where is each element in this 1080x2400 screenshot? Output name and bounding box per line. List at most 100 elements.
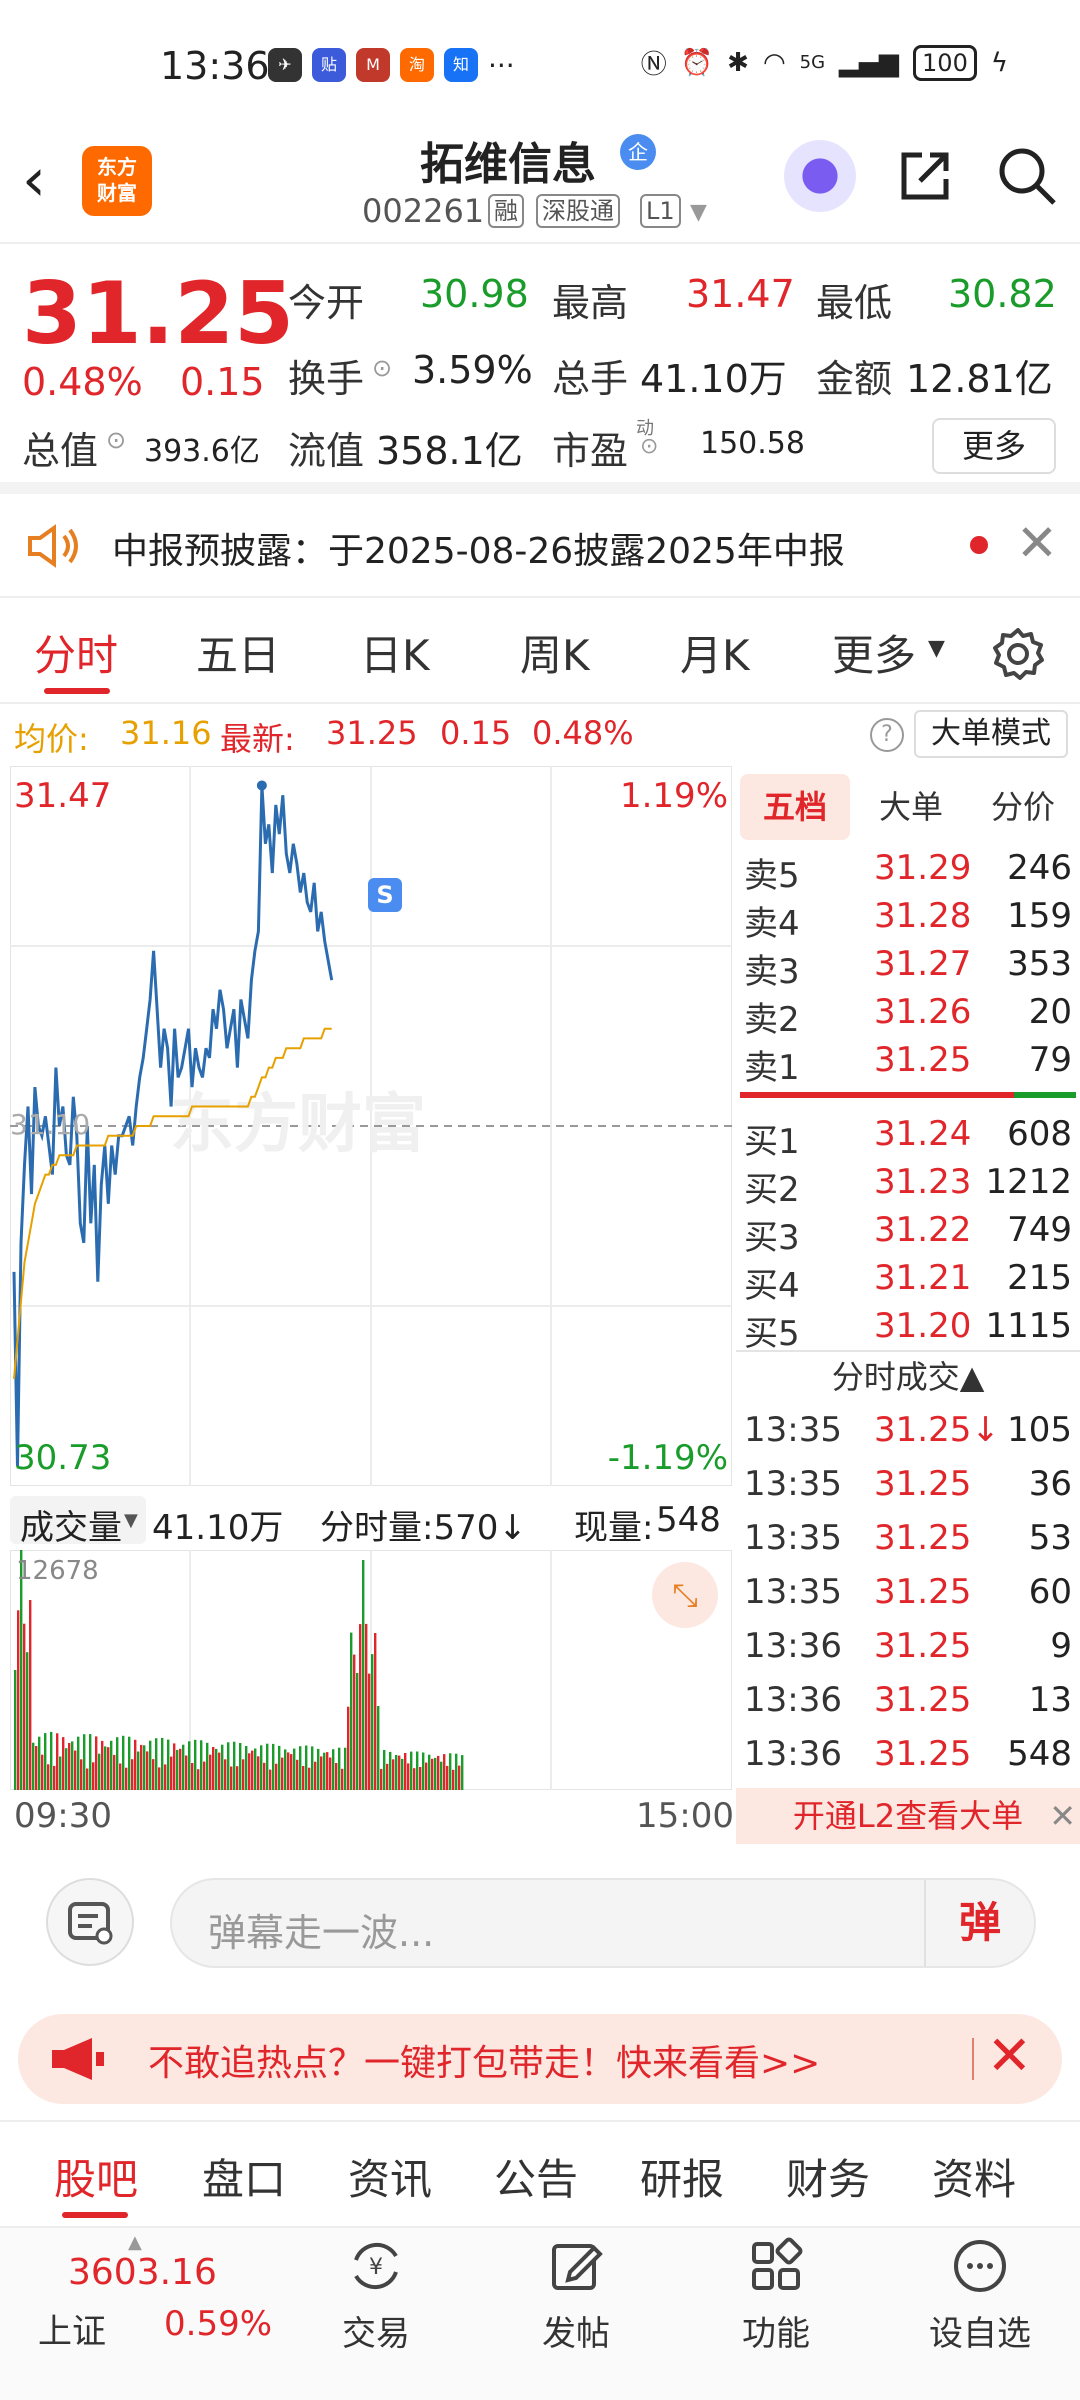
tab-active-indicator [44,688,110,694]
bid-price: 31.23 [874,1162,972,1202]
watermark: 东方财富 [170,1088,426,1162]
volume-bar [14,1670,17,1790]
help-icon[interactable]: ? [870,718,904,752]
tab-profile[interactable]: 资料 [932,2146,1016,2207]
volume-bar [317,1748,320,1790]
notice-text[interactable]: 中报预披露：于2025-08-26披露2025年中报 [112,522,845,574]
level-dropdown-icon[interactable]: ▼ [690,200,707,225]
volume-bar [254,1748,257,1790]
tab-news[interactable]: 资讯 [348,2146,432,2207]
tab-announcements[interactable]: 公告 [494,2146,578,2207]
danmaku-toggle-button[interactable]: 弹 [924,1880,1034,1966]
tab-monthly-k[interactable]: 月K [680,622,750,683]
nav-add-watchlist[interactable]: 设自选 [900,2228,1060,2400]
danmaku-settings-icon[interactable] [46,1878,134,1966]
intraday-chart[interactable]: 东方财富 31.47 1.19% 31.10 30.73 -1.19% S [9,765,733,1487]
index-percent[interactable]: 0.59% [164,2304,272,2344]
tab-weekly-k[interactable]: 周K [520,622,590,683]
app-logo[interactable]: 东方 财富 [82,146,152,216]
tick-price: 31.25 [874,1464,972,1504]
volume-bar [371,1654,374,1790]
volume-indicator-label[interactable]: 成交量 [20,1500,122,1549]
more-notifications-icon: ··· [488,48,515,82]
danmaku-input[interactable]: 弹幕走一波... 弹 [170,1878,1036,1968]
tick-trades-title[interactable]: 分时成交▲ [736,1352,1080,1398]
back-icon[interactable]: ‹ [22,150,46,210]
volume-chart[interactable]: 12678 ⤡ [9,1549,733,1791]
tab-daily-k[interactable]: 日K [360,622,430,683]
volume-bar [80,1759,83,1790]
tick-time: 13:35 [744,1518,842,1558]
tab-five-day[interactable]: 五日 [196,622,280,683]
search-icon[interactable] [994,143,1060,209]
volume-bar [140,1744,143,1790]
index-value[interactable]: 3603.16 [68,2252,217,2293]
tab-price-dist[interactable]: 分价 [968,774,1078,840]
turnover-info-icon[interactable]: ⊙ [372,354,392,382]
close-icon[interactable]: ✕ [987,2024,1032,2087]
ai-assistant-icon[interactable] [784,140,856,212]
volume-bar [212,1747,215,1790]
bid-row: 买3 31.22 749 [736,1210,1080,1258]
gear-icon[interactable] [990,626,1046,682]
close-icon[interactable]: ✕ [1049,1788,1076,1844]
big-order-mode-button[interactable]: 大单模式 [914,710,1068,758]
tab-big-orders[interactable]: 大单 [856,774,966,840]
index-name[interactable]: 上证 [38,2304,106,2353]
close-icon[interactable]: ✕ [1016,514,1058,572]
quote-panel: 31.25 0.48% 0.15 今开 30.98 最高 31.47 最低 30… [0,244,1080,494]
volume-bar [95,1736,98,1790]
turnover-label: 换手 [288,357,365,401]
chevron-down-icon[interactable]: ▼ [124,1510,138,1531]
enterprise-badge[interactable]: 企 [620,134,656,170]
tab-pankou[interactable]: 盘口 [202,2146,286,2207]
volume-bar [71,1741,74,1790]
tick-time: 13:35 [744,1410,842,1450]
share-icon[interactable] [892,143,958,209]
promo-text[interactable]: 不敢追热点？一键打包带走！快来看看>> [148,2034,820,2086]
volume-bar [311,1746,314,1790]
level-tag[interactable]: L1 [640,194,681,228]
volume-bar [29,1600,32,1790]
notice-banner[interactable]: 中报预披露：于2025-08-26披露2025年中报 ✕ [0,494,1080,598]
tab-finance[interactable]: 财务 [786,2146,870,2207]
volume-bar [389,1751,392,1790]
tab-intraday[interactable]: 分时 [34,622,118,683]
nfc-icon: Ⓝ [640,50,667,80]
tab-research[interactable]: 研报 [640,2146,724,2207]
more-quote-button[interactable]: 更多 [932,418,1056,474]
chevron-up-icon[interactable]: ▲ [128,2232,142,2253]
volume-bar [122,1735,125,1790]
tab-guba[interactable]: 股吧 [54,2146,138,2207]
nav-add-watchlist-label: 设自选 [929,2314,1031,2354]
chevron-down-icon[interactable]: ▼ [928,636,945,661]
volume-bar [233,1741,236,1790]
promo-banner[interactable]: 不敢追热点？一键打包带走！快来看看>> ✕ [18,2014,1062,2104]
volume-bar [245,1746,248,1790]
tab-five-levels[interactable]: 五档 [740,774,850,840]
volume-bar [431,1758,434,1790]
tab-more[interactable]: 更多 [832,622,916,683]
nav-functions[interactable]: 功能 [696,2228,856,2400]
volume-bar [461,1755,464,1790]
pe-info-icon[interactable]: ⊙ [640,434,658,459]
expand-icon[interactable]: ⤡ [652,1562,718,1628]
content-tabs: 股吧 盘口 资讯 公告 研报 财务 资料 [0,2120,1080,2224]
volume-bar [23,1623,26,1790]
bid-label: 买3 [744,1218,800,1258]
header-actions [784,140,1060,212]
tick-row: 13:36 31.25 13 [736,1680,1080,1728]
nav-post[interactable]: 发帖 [496,2228,656,2400]
volume-bar [149,1740,152,1790]
comment-bar: 弹幕走一波... 弹 [0,1848,1080,1998]
high-label: 最高 [552,281,629,325]
volume-bar [173,1743,176,1790]
l2-upgrade-text[interactable]: 开通L2查看大单 [793,1797,1023,1835]
ask-volume: 246 [1007,848,1072,888]
now-volume-label: 现量: [574,1508,654,1548]
mktcap-info-icon[interactable]: ⊙ [106,426,126,454]
l2-upgrade-banner[interactable]: 开通L2查看大单 ✕ [736,1788,1080,1844]
sell-signal-marker[interactable]: S [368,878,402,912]
nav-trade[interactable]: ¥ 交易 [296,2228,456,2400]
bid-row: 买2 31.23 1212 [736,1162,1080,1210]
